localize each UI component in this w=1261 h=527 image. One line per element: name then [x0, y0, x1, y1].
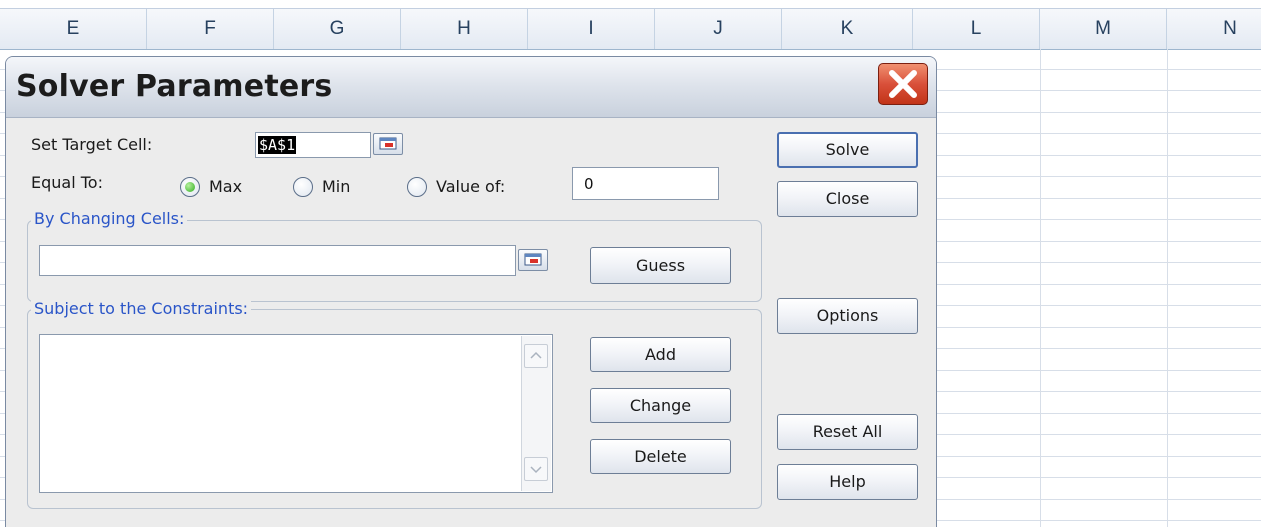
guess-button[interactable]: Guess — [590, 247, 731, 284]
column-header[interactable]: G — [274, 9, 401, 49]
column-header[interactable]: K — [782, 9, 913, 49]
value-of-radio[interactable] — [407, 177, 427, 197]
close-button[interactable]: Close — [777, 181, 918, 217]
change-button[interactable]: Change — [590, 388, 731, 423]
target-cell-value: $A$1 — [258, 136, 297, 154]
range-select-icon[interactable] — [373, 133, 403, 155]
max-radio[interactable] — [180, 177, 200, 197]
reset-all-button[interactable]: Reset All — [777, 414, 918, 450]
constraints-label: Subject to the Constraints: — [31, 299, 252, 318]
column-header[interactable]: M — [1040, 9, 1167, 49]
column-header-row: E F G H I J K L M N — [0, 9, 1261, 50]
delete-button[interactable]: Delete — [590, 439, 731, 474]
changing-cells-input[interactable] — [39, 245, 516, 276]
add-button[interactable]: Add — [590, 337, 731, 372]
solve-button[interactable]: Solve — [777, 132, 918, 168]
scroll-up-icon[interactable] — [524, 344, 548, 368]
column-header[interactable]: L — [913, 9, 1040, 49]
help-button[interactable]: Help — [777, 464, 918, 500]
column-header[interactable]: J — [655, 9, 782, 49]
close-icon[interactable] — [878, 63, 928, 105]
constraints-list[interactable] — [39, 334, 553, 493]
value-of-input[interactable]: 0 — [572, 167, 719, 200]
equal-to-label: Equal To: — [31, 173, 103, 192]
value-of-radio-label[interactable]: Value of: — [436, 177, 505, 196]
column-header[interactable]: N — [1167, 9, 1261, 49]
by-changing-cells-label: By Changing Cells: — [31, 209, 188, 228]
ribbon-edge — [0, 0, 1261, 9]
min-radio[interactable] — [293, 177, 313, 197]
value-of-value: 0 — [584, 175, 594, 193]
scroll-down-icon[interactable] — [524, 457, 548, 481]
min-radio-label[interactable]: Min — [322, 177, 350, 196]
radio-selected-dot — [185, 182, 195, 192]
dialog-title: Solver Parameters — [16, 69, 333, 104]
dialog-titlebar[interactable]: Solver Parameters — [6, 57, 936, 118]
solver-parameters-dialog: Solver Parameters Set Target Cell: $A$1 … — [5, 56, 937, 527]
max-radio-label[interactable]: Max — [209, 177, 242, 196]
column-header[interactable]: E — [0, 9, 147, 49]
options-button[interactable]: Options — [777, 298, 918, 334]
column-header[interactable]: F — [147, 9, 274, 49]
range-select-icon[interactable] — [518, 249, 548, 271]
set-target-cell-label: Set Target Cell: — [31, 135, 153, 154]
target-cell-input[interactable]: $A$1 — [255, 132, 371, 158]
column-header[interactable]: H — [401, 9, 528, 49]
column-header[interactable]: I — [528, 9, 655, 49]
constraints-scrollbar[interactable] — [521, 336, 551, 491]
